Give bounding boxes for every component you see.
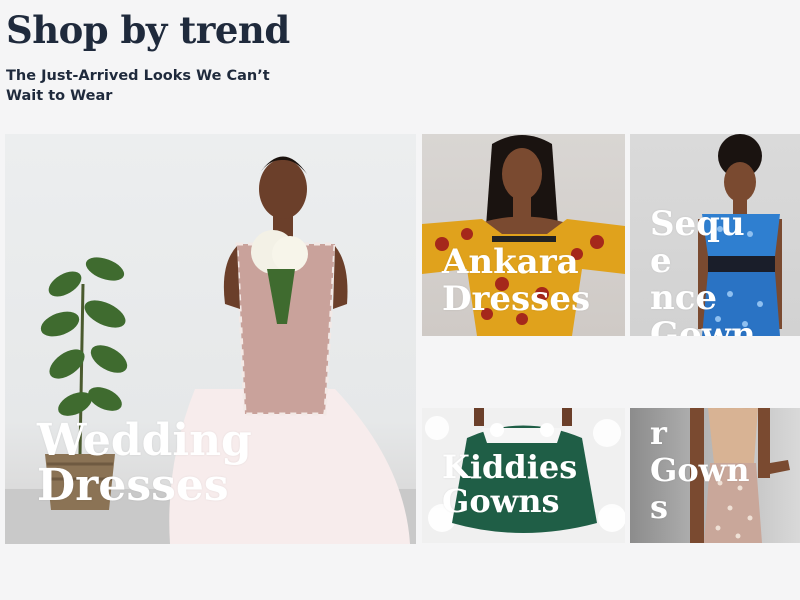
trend-label-kiddies-gowns[interactable]: Kiddies Gowns <box>442 450 577 518</box>
section-subtitle: The Just-Arrived Looks We Can’t Wait to … <box>6 68 270 104</box>
trend-label-sequence-gown[interactable]: Seque nce Gown <box>650 206 760 337</box>
section-title: Shop by trend <box>6 8 290 52</box>
trend-label-dinner-gowns[interactable]: Dinne r Gown s <box>650 408 760 526</box>
trend-card-dinner-gowns[interactable]: Dinne r Gown s <box>630 408 800 543</box>
trend-card-sequence-gown[interactable]: Seque nce Gown <box>630 134 800 336</box>
trend-label-wedding-dresses[interactable]: Wedding Dresses <box>37 418 252 508</box>
trend-card-wedding-dresses[interactable]: Wedding Dresses <box>5 134 416 544</box>
trend-card-ankara-dresses[interactable]: Ankara Dresses <box>422 134 625 336</box>
trend-card-kiddies-gowns[interactable]: Kiddies Gowns <box>422 408 625 543</box>
trend-label-ankara-dresses[interactable]: Ankara Dresses <box>442 244 590 318</box>
